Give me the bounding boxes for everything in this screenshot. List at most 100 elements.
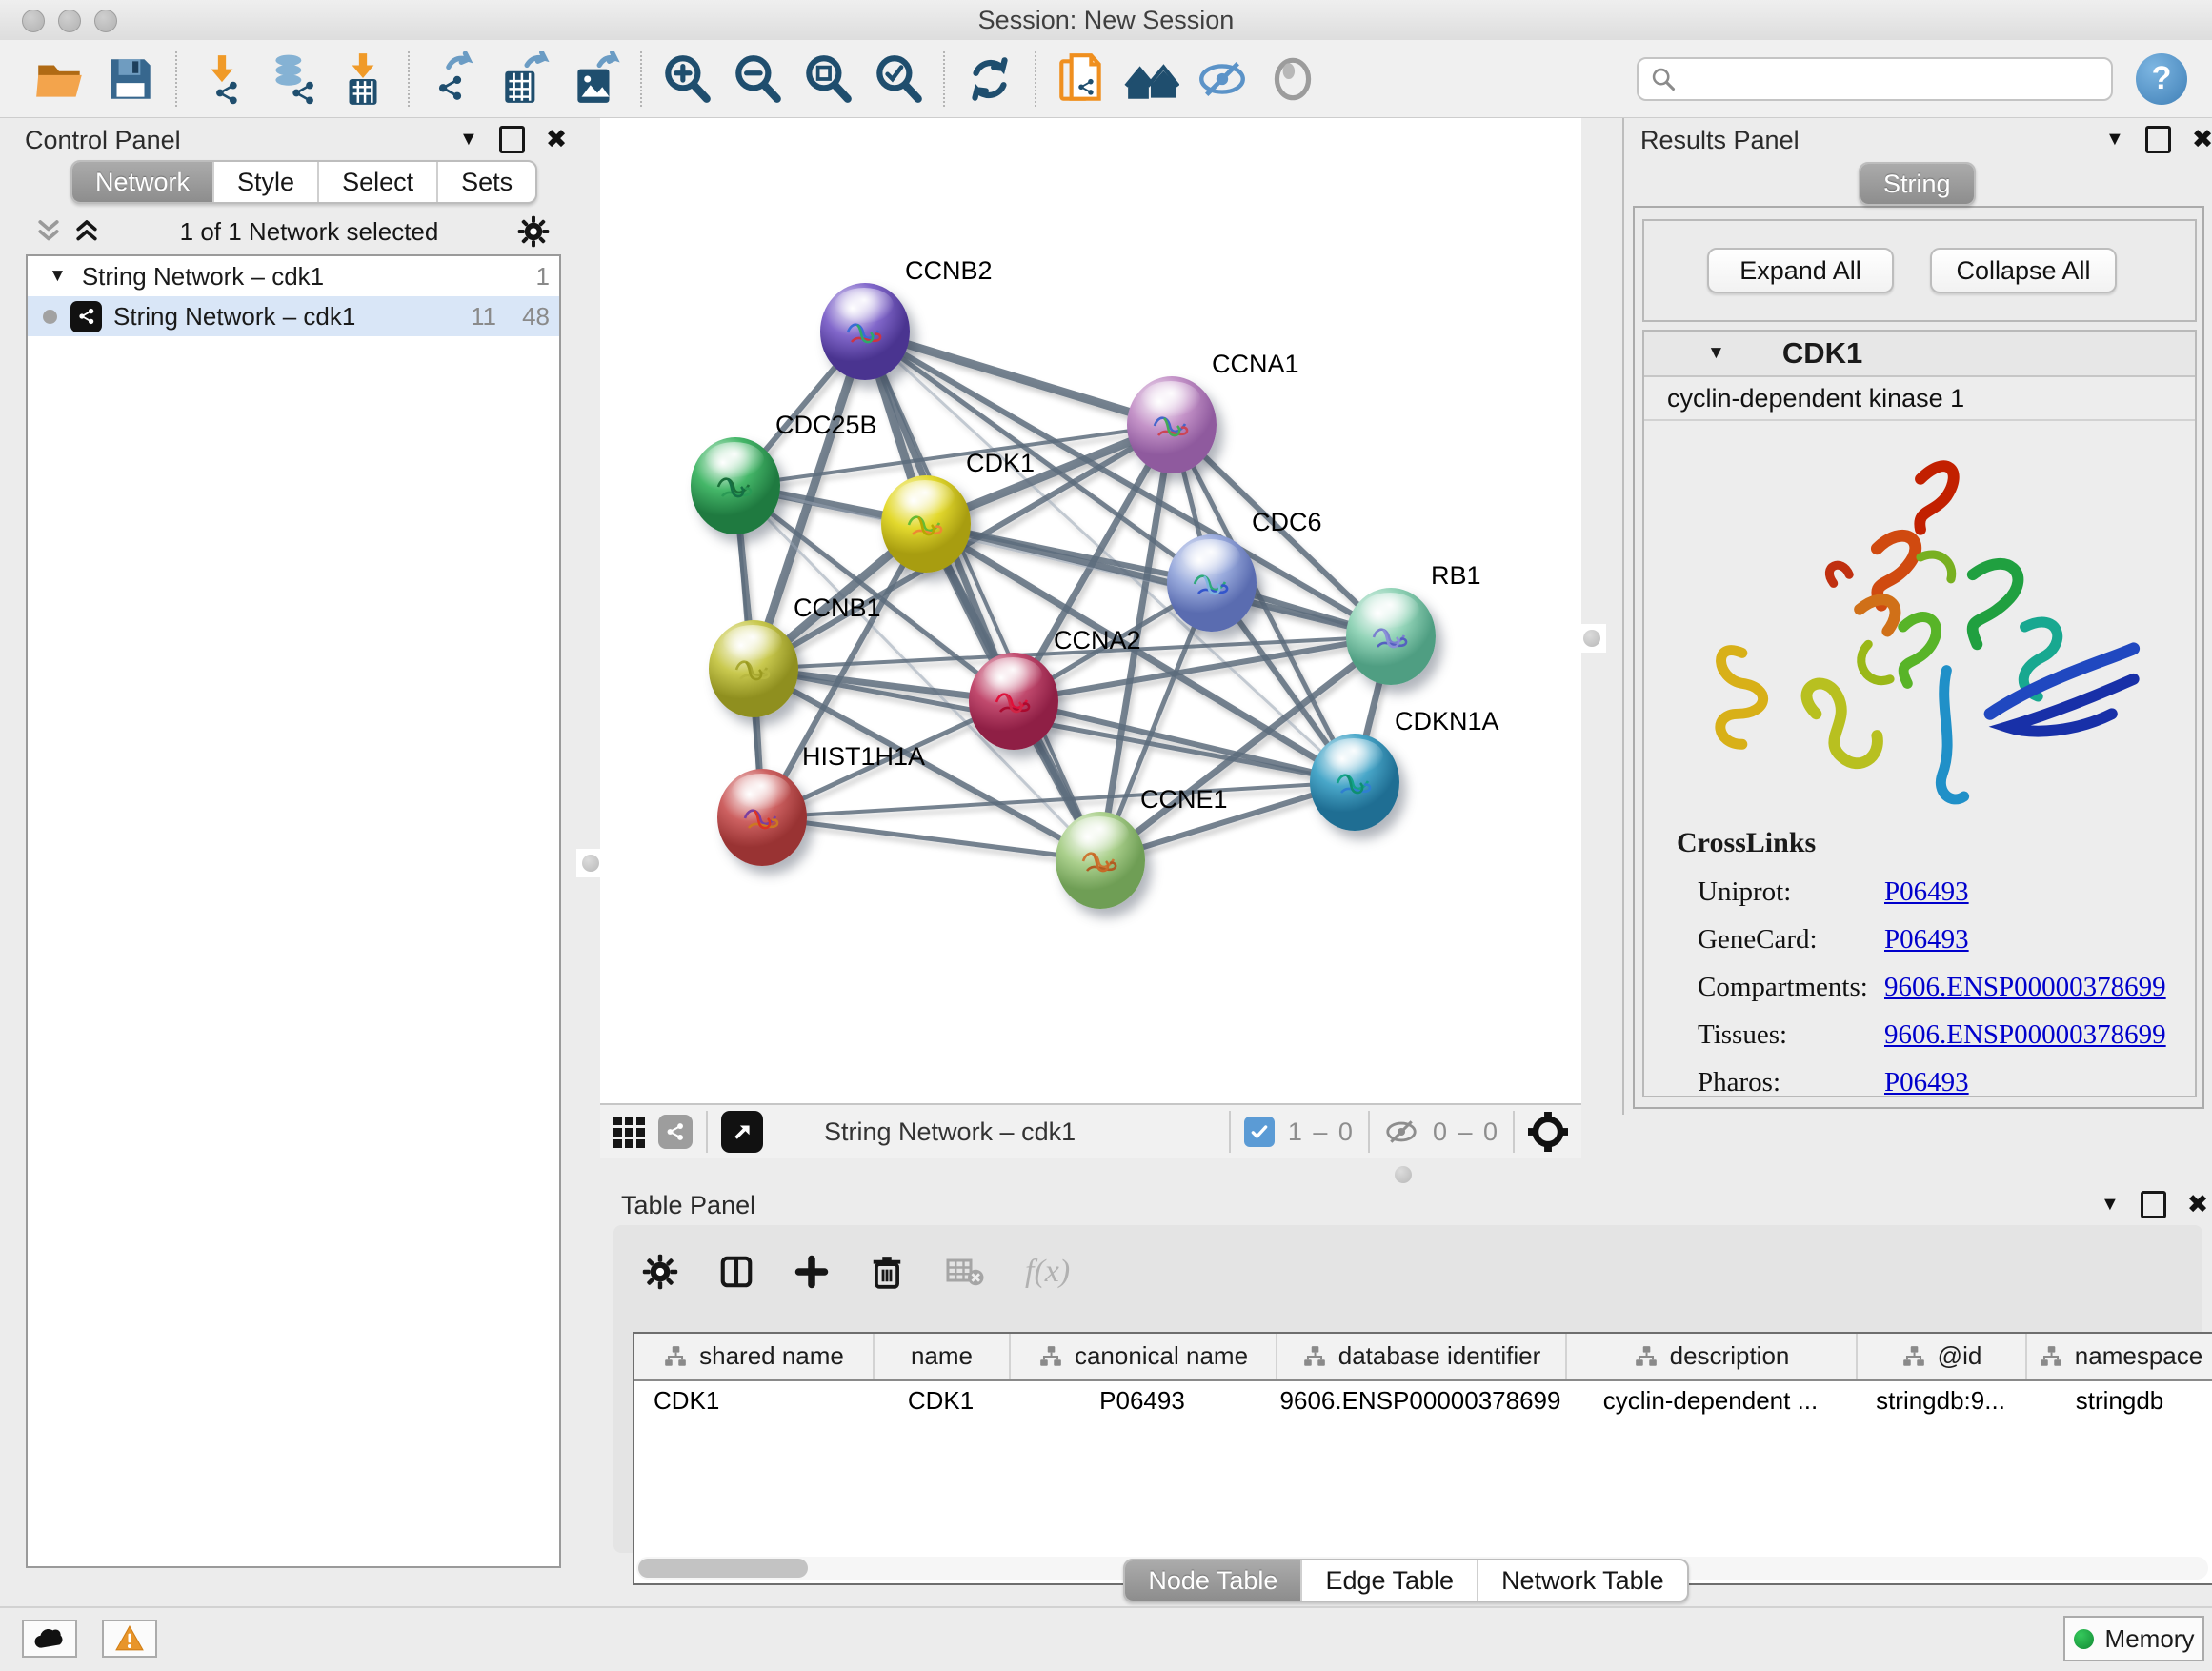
tab-select[interactable]: Select — [317, 162, 436, 202]
zoom-in-icon — [659, 51, 714, 107]
toolbar-separator — [1229, 1111, 1231, 1153]
network-node-rb1[interactable] — [1346, 588, 1436, 685]
horizontal-splitter-handle[interactable] — [1389, 1160, 1418, 1189]
detach-view-button[interactable] — [721, 1111, 763, 1153]
birdseye-grid-icon[interactable] — [613, 1117, 645, 1148]
crosslink-value-link[interactable]: P06493 — [1884, 924, 1969, 956]
first-neighbors-button[interactable] — [1116, 49, 1187, 110]
collapse-all-chevron-icon[interactable] — [34, 217, 63, 246]
titlebar: Session: New Session — [0, 0, 2212, 41]
cell-id[interactable]: stringdb:9... — [1856, 1386, 2025, 1416]
results-panel-close-icon[interactable]: ✖ — [2192, 127, 2212, 152]
table-panel-float-icon[interactable] — [2141, 1191, 2166, 1218]
window-title: Session: New Session — [0, 6, 2212, 35]
arrow-ne-icon — [730, 1119, 754, 1144]
network-node-cdc25b[interactable] — [691, 437, 780, 534]
network-node-cdc6[interactable] — [1167, 534, 1257, 632]
tab-sets[interactable]: Sets — [436, 162, 535, 202]
export-network-button[interactable] — [419, 49, 490, 110]
network-node-cdk1[interactable] — [881, 475, 971, 573]
crosshair-icon[interactable] — [1528, 1112, 1568, 1152]
new-network-from-selection-button[interactable] — [1046, 49, 1116, 110]
control-panel-close-icon[interactable]: ✖ — [546, 127, 568, 152]
export-image-button[interactable] — [560, 49, 631, 110]
help-button[interactable]: ? — [2136, 53, 2187, 105]
results-panel-menu-caret-icon[interactable]: ▼ — [2105, 129, 2124, 151]
protein-disclosure-icon[interactable]: ▼ — [1707, 343, 1725, 364]
cloud-status-button[interactable] — [22, 1620, 77, 1658]
zoom-in-button[interactable] — [652, 49, 722, 110]
warnings-button[interactable] — [102, 1620, 157, 1658]
tree-disclosure-icon[interactable]: ▼ — [49, 266, 67, 287]
import-network-database-button[interactable] — [257, 49, 328, 110]
tab-style[interactable]: Style — [212, 162, 317, 202]
open-session-button[interactable] — [25, 49, 95, 110]
tab-string[interactable]: String — [1860, 164, 1974, 204]
crosslink-value-link[interactable]: 9606.ENSP00000378699 — [1884, 1019, 2166, 1051]
table-row[interactable]: CDK1 CDK1 P06493 9606.ENSP00000378699 cy… — [634, 1381, 2212, 1419]
table-options-gear-icon[interactable] — [642, 1254, 678, 1290]
network-options-gear-icon[interactable] — [517, 215, 550, 248]
protein-card-header[interactable]: ▼ CDK1 — [1644, 332, 2195, 377]
tab-node-table[interactable]: Node Table — [1125, 1560, 1300, 1601]
cell-name[interactable]: CDK1 — [873, 1386, 1009, 1416]
control-panel-title: Control Panel — [25, 126, 181, 155]
network-node-cdkn1a[interactable] — [1310, 734, 1399, 831]
cell-shared-name[interactable]: CDK1 — [634, 1386, 873, 1416]
zoom-out-button[interactable] — [722, 49, 793, 110]
import-network-file-button[interactable] — [187, 49, 257, 110]
network-node-ccnb1[interactable] — [709, 620, 798, 717]
network-node-ccnb2[interactable] — [820, 283, 910, 380]
column-header-database-identifier[interactable]: database identifier — [1276, 1334, 1565, 1379]
network-node-hist1h1a[interactable] — [717, 769, 807, 866]
network-node-ccna2[interactable] — [969, 653, 1058, 750]
show-all-button[interactable] — [1257, 49, 1328, 110]
memory-button[interactable]: Memory — [2063, 1616, 2204, 1661]
column-header-canonical-name[interactable]: canonical name — [1009, 1334, 1276, 1379]
column-header-name[interactable]: name — [873, 1334, 1009, 1379]
column-header-id[interactable]: @id — [1856, 1334, 2025, 1379]
table-container: f(x) shared name name canonical name — [613, 1225, 2202, 1553]
tab-edge-table[interactable]: Edge Table — [1300, 1560, 1477, 1601]
hide-selection-button[interactable] — [1187, 49, 1257, 110]
zoom-selected-button[interactable] — [863, 49, 934, 110]
toolbar-separator — [1513, 1111, 1515, 1153]
save-session-button[interactable] — [95, 49, 166, 110]
control-panel-menu-caret-icon[interactable]: ▼ — [459, 129, 478, 151]
crosslink-value-link[interactable]: P06493 — [1884, 1067, 1969, 1098]
column-header-namespace[interactable]: namespace — [2025, 1334, 2212, 1379]
show-columns-icon[interactable] — [718, 1254, 754, 1290]
control-panel-float-icon[interactable] — [499, 126, 525, 153]
add-column-icon[interactable] — [794, 1255, 829, 1289]
cell-namespace[interactable]: stringdb — [2025, 1386, 2212, 1416]
tab-network[interactable]: Network — [72, 162, 212, 202]
apply-layout-button[interactable] — [955, 49, 1025, 110]
network-node-ccna1[interactable] — [1127, 376, 1217, 473]
expand-all-chevron-icon[interactable] — [72, 217, 101, 246]
collapse-all-button[interactable]: Collapse All — [1930, 248, 2117, 293]
expand-all-button[interactable]: Expand All — [1707, 248, 1894, 293]
delete-column-trash-icon[interactable] — [869, 1254, 905, 1290]
cell-description[interactable]: cyclin-dependent ... — [1565, 1386, 1856, 1416]
cell-database-identifier[interactable]: 9606.ENSP00000378699 — [1276, 1386, 1565, 1416]
network-collection-row[interactable]: ▼ String Network – cdk1 1 — [28, 256, 559, 296]
column-header-description[interactable]: description — [1565, 1334, 1856, 1379]
table-panel-close-icon[interactable]: ✖ — [2187, 1192, 2209, 1218]
results-panel-float-icon[interactable] — [2145, 126, 2171, 153]
crosslink-value-link[interactable]: P06493 — [1884, 876, 1969, 908]
right-splitter-handle[interactable] — [1578, 624, 1606, 653]
network-row[interactable]: String Network – cdk1 11 48 — [28, 296, 559, 336]
zoom-fit-button[interactable] — [793, 49, 863, 110]
network-node-ccne1[interactable] — [1056, 812, 1145, 909]
table-panel-menu-caret-icon[interactable]: ▼ — [2101, 1194, 2120, 1216]
selected-checkbox-icon[interactable] — [1244, 1117, 1275, 1147]
cell-canonical-name[interactable]: P06493 — [1009, 1386, 1276, 1416]
import-table-button[interactable] — [328, 49, 398, 110]
column-header-shared-name[interactable]: shared name — [634, 1334, 873, 1379]
network-canvas[interactable]: CCNB2CCNA1CDC25BCDK1CDC6RB1CCNB1CCNA2CDK… — [600, 118, 1581, 1103]
export-table-button[interactable] — [490, 49, 560, 110]
crosslink-value-link[interactable]: 9606.ENSP00000378699 — [1884, 972, 2166, 1003]
tab-network-table[interactable]: Network Table — [1477, 1560, 1687, 1601]
search-input[interactable] — [1637, 57, 2113, 101]
network-share-icon[interactable] — [658, 1115, 693, 1149]
